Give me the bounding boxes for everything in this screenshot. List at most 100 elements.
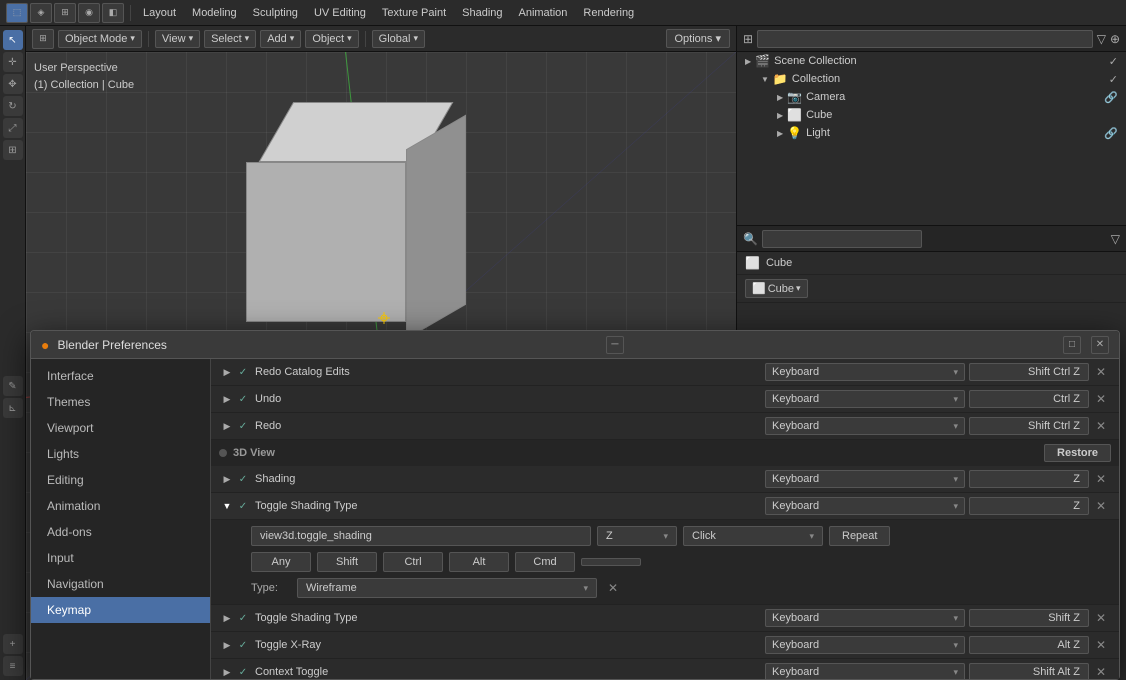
nav-lights[interactable]: Lights (31, 441, 210, 467)
win-minimize[interactable]: ─ (606, 336, 624, 354)
win-maximize[interactable]: □ (1063, 336, 1081, 354)
outliner-filter[interactable]: ▽ (1097, 32, 1106, 46)
vp-add-menu[interactable]: Add (260, 30, 301, 48)
toggle-shading-x[interactable]: ✕ (1091, 496, 1111, 516)
nav-themes[interactable]: Themes (31, 389, 210, 415)
mode-icon-select[interactable]: ⬚ (6, 3, 28, 23)
ts2-check[interactable]: ✓ (235, 610, 251, 626)
event-dropdown[interactable]: Click (683, 526, 823, 546)
redo-check[interactable]: ✓ (235, 418, 251, 434)
type-dropdown[interactable]: Wireframe (297, 578, 597, 598)
undo-kbd[interactable]: Keyboard (765, 390, 965, 408)
shift-btn[interactable]: Shift (317, 552, 377, 572)
nav-addons[interactable]: Add-ons (31, 519, 210, 545)
mode-icon-4[interactable]: ◉ (78, 3, 100, 23)
vp-mode-dropdown[interactable]: Object Mode (58, 30, 142, 48)
menu-modeling[interactable]: Modeling (186, 5, 243, 21)
vp-select-menu[interactable]: Select (204, 30, 256, 48)
menu-uv-editing[interactable]: UV Editing (308, 5, 372, 21)
shading-x[interactable]: ✕ (1091, 469, 1111, 489)
redo-catalog-check[interactable]: ✓ (235, 364, 251, 380)
tool-transform[interactable]: ⊞ (3, 140, 23, 160)
ctx-check[interactable]: ✓ (235, 664, 251, 679)
xray-expand[interactable]: ▶ (219, 637, 235, 653)
tool-add[interactable]: + (3, 634, 23, 654)
outliner-cube[interactable]: ▶ ⬜ Cube (737, 106, 1126, 124)
vp-editor-type[interactable]: ⊞ (32, 29, 54, 49)
type-x[interactable]: ✕ (603, 578, 623, 598)
nav-editing[interactable]: Editing (31, 467, 210, 493)
menu-layout[interactable]: Layout (137, 5, 182, 21)
toggle-shading-check[interactable]: ✓ (235, 498, 251, 514)
redo-kbd[interactable]: Keyboard (765, 417, 965, 435)
tool-measure[interactable]: ⊾ (3, 398, 23, 418)
ctrl-btn[interactable]: Ctrl (383, 552, 443, 572)
tool-rotate[interactable]: ↻ (3, 96, 23, 116)
repeat-btn[interactable]: Repeat (829, 526, 890, 546)
nav-animation[interactable]: Animation (31, 493, 210, 519)
xray-kbd[interactable]: Keyboard (765, 636, 965, 654)
win-close[interactable]: ✕ (1091, 336, 1109, 354)
ctx-kbd[interactable]: Keyboard (765, 663, 965, 679)
outliner-search[interactable] (757, 30, 1093, 48)
nav-navigation[interactable]: Navigation (31, 571, 210, 597)
nav-input[interactable]: Input (31, 545, 210, 571)
menu-animation[interactable]: Animation (513, 5, 574, 21)
toggle-shading-expand[interactable]: ▼ (219, 498, 235, 514)
outliner-camera[interactable]: ▶ 📷 Camera 🔗 (737, 88, 1126, 106)
tool-cursor[interactable]: ✛ (3, 52, 23, 72)
props-filter[interactable]: ▽ (1111, 232, 1120, 246)
shading-check[interactable]: ✓ (235, 471, 251, 487)
menu-sculpting[interactable]: Sculpting (247, 5, 304, 21)
redo-expand[interactable]: ▶ (219, 418, 235, 434)
outliner-collection[interactable]: ▼ 📁 Collection ✓ (737, 70, 1126, 88)
vp-global-local[interactable]: Global (372, 30, 425, 48)
tool-scale[interactable]: ⤢ (3, 118, 23, 138)
extra-btn[interactable] (581, 558, 641, 566)
nav-keymap[interactable]: Keymap (31, 597, 210, 623)
ctx-expand[interactable]: ▶ (219, 664, 235, 679)
mode-icon-2[interactable]: ◈ (30, 3, 52, 23)
shading-kbd[interactable]: Keyboard (765, 470, 965, 488)
ts2-expand[interactable]: ▶ (219, 610, 235, 626)
vp-view-menu[interactable]: View (155, 30, 200, 48)
ts2-kbd[interactable]: Keyboard (765, 609, 965, 627)
vp-object-menu[interactable]: Object (305, 30, 358, 48)
mode-icon-3[interactable]: ⊞ (54, 3, 76, 23)
redo-x[interactable]: ✕ (1091, 416, 1111, 436)
menu-texture-paint[interactable]: Texture Paint (376, 5, 452, 21)
mode-icon-5[interactable]: ◧ (102, 3, 124, 23)
xray-x[interactable]: ✕ (1091, 635, 1111, 655)
redo-catalog-kbd[interactable]: Keyboard (765, 363, 965, 381)
shading-expand[interactable]: ▶ (219, 471, 235, 487)
tool-settings[interactable]: ≡ (3, 656, 23, 676)
key-dropdown[interactable]: Z (597, 526, 677, 546)
redo-catalog-expand[interactable]: ▶ (219, 364, 235, 380)
section-restore-btn[interactable]: Restore (1044, 444, 1111, 462)
redo-catalog-x[interactable]: ✕ (1091, 362, 1111, 382)
tool-annotate[interactable]: ✎ (3, 376, 23, 396)
undo-check[interactable]: ✓ (235, 391, 251, 407)
outliner-light[interactable]: ▶ 💡 Light 🔗 (737, 124, 1126, 142)
tool-select[interactable]: ↖ (3, 30, 23, 50)
nav-viewport[interactable]: Viewport (31, 415, 210, 441)
nav-interface[interactable]: Interface (31, 363, 210, 389)
menu-rendering[interactable]: Rendering (577, 5, 640, 21)
ts2-x[interactable]: ✕ (1091, 608, 1111, 628)
options-button[interactable]: Options (666, 29, 731, 48)
outliner-scene-collection[interactable]: ▶ 🎬 Scene Collection ✓ (737, 52, 1126, 70)
toggle-shading-kbd[interactable]: Keyboard (765, 497, 965, 515)
undo-expand[interactable]: ▶ (219, 391, 235, 407)
any-btn[interactable]: Any (251, 552, 311, 572)
ctx-x[interactable]: ✕ (1091, 662, 1111, 679)
outliner-extra[interactable]: ⊕ (1110, 32, 1120, 46)
props-dropdown[interactable]: ⬜ Cube (745, 279, 808, 298)
operator-input[interactable] (251, 526, 591, 546)
tool-move[interactable]: ✥ (3, 74, 23, 94)
cmd-btn[interactable]: Cmd (515, 552, 575, 572)
properties-search[interactable] (762, 230, 922, 248)
alt-btn[interactable]: Alt (449, 552, 509, 572)
menu-shading[interactable]: Shading (456, 5, 508, 21)
undo-x[interactable]: ✕ (1091, 389, 1111, 409)
xray-check[interactable]: ✓ (235, 637, 251, 653)
